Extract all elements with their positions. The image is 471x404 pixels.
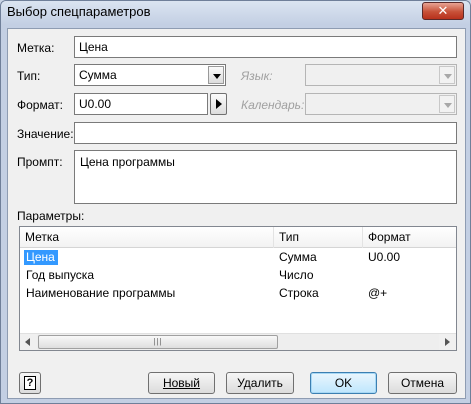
format-input-value: U0.00 bbox=[79, 97, 112, 111]
prompt-textarea-value: Цена программы bbox=[80, 155, 175, 169]
ok-button-label: OK bbox=[334, 376, 353, 390]
title-bar[interactable]: Выбор спецпараметров ✕ bbox=[1, 1, 470, 25]
chevron-down-icon[interactable] bbox=[208, 66, 224, 84]
column-header-type[interactable]: Тип bbox=[274, 227, 363, 248]
new-button[interactable]: Новый bbox=[148, 372, 215, 394]
calendar-caption: Календарь: bbox=[241, 98, 305, 112]
table-row[interactable]: Год выпуска Число bbox=[20, 267, 456, 285]
type-caption: Тип: bbox=[17, 69, 41, 83]
row-label: Цена bbox=[24, 250, 58, 265]
row-label-cell: Год выпуска bbox=[26, 267, 94, 285]
parameters-list[interactable]: Метка Тип Формат Цена Сумма U0.00 Год вы… bbox=[19, 226, 457, 351]
scroll-right-icon[interactable] bbox=[439, 334, 456, 350]
value-input[interactable] bbox=[74, 122, 457, 144]
list-header: Метка Тип Формат bbox=[20, 227, 456, 248]
cancel-button[interactable]: Отмена bbox=[388, 372, 457, 394]
row-label-cell: Наименование программы bbox=[26, 285, 175, 303]
row-type: Сумма bbox=[279, 250, 317, 264]
language-caption: Язык: bbox=[241, 69, 273, 83]
help-button[interactable]: ? bbox=[19, 372, 41, 394]
label-caption: Метка: bbox=[17, 41, 55, 55]
chevron-down-icon[interactable] bbox=[439, 95, 455, 113]
row-label: Год выпуска bbox=[26, 268, 94, 282]
delete-button[interactable]: Удалить bbox=[226, 372, 294, 394]
format-caption: Формат: bbox=[17, 98, 63, 112]
scroll-left-icon[interactable] bbox=[20, 334, 37, 350]
delete-button-label: Удалить bbox=[237, 376, 283, 390]
language-combobox[interactable] bbox=[305, 64, 457, 86]
format-picker-button[interactable] bbox=[210, 93, 227, 115]
ok-button[interactable]: OK bbox=[310, 372, 377, 394]
row-format: U0.00 bbox=[368, 250, 401, 264]
scrollbar-thumb[interactable]: ||| bbox=[38, 335, 278, 349]
row-label-cell: Цена bbox=[24, 249, 58, 267]
value-caption: Значение: bbox=[17, 127, 74, 141]
row-type: Число bbox=[279, 268, 314, 282]
dialog-client-area: Метка: Цена Тип: Сумма Язык: Формат: U0.… bbox=[7, 28, 466, 399]
table-row[interactable]: Цена Сумма U0.00 bbox=[20, 249, 456, 267]
chevron-down-icon[interactable] bbox=[439, 66, 455, 84]
label-input-value: Цена bbox=[79, 40, 108, 54]
window-title: Выбор спецпараметров bbox=[7, 4, 151, 19]
prompt-textarea[interactable]: Цена программы bbox=[74, 150, 457, 204]
label-input[interactable]: Цена bbox=[74, 36, 457, 58]
parameters-caption: Параметры: bbox=[17, 209, 85, 223]
type-combobox[interactable]: Сумма bbox=[74, 64, 226, 86]
horizontal-scrollbar[interactable]: ||| bbox=[20, 333, 456, 350]
column-header-label[interactable]: Метка bbox=[20, 227, 274, 248]
type-combobox-value: Сумма bbox=[79, 68, 117, 82]
cancel-button-label: Отмена bbox=[400, 376, 445, 390]
row-format: @+ bbox=[368, 286, 388, 300]
grip-icon: ||| bbox=[153, 337, 163, 346]
close-button[interactable]: ✕ bbox=[422, 2, 464, 20]
format-input[interactable]: U0.00 bbox=[74, 93, 208, 115]
dialog-window: Выбор спецпараметров ✕ Метка: Цена Тип: … bbox=[0, 0, 471, 404]
close-icon: ✕ bbox=[437, 3, 449, 18]
row-type: Строка bbox=[279, 286, 319, 300]
row-label: Наименование программы bbox=[26, 286, 176, 300]
prompt-caption: Промпт: bbox=[17, 155, 63, 169]
help-icon: ? bbox=[24, 376, 36, 390]
column-header-format[interactable]: Формат bbox=[363, 227, 456, 248]
new-button-label: Новый bbox=[162, 376, 201, 390]
table-row[interactable]: Наименование программы Строка @+ bbox=[20, 285, 456, 303]
calendar-combobox[interactable] bbox=[305, 93, 457, 115]
